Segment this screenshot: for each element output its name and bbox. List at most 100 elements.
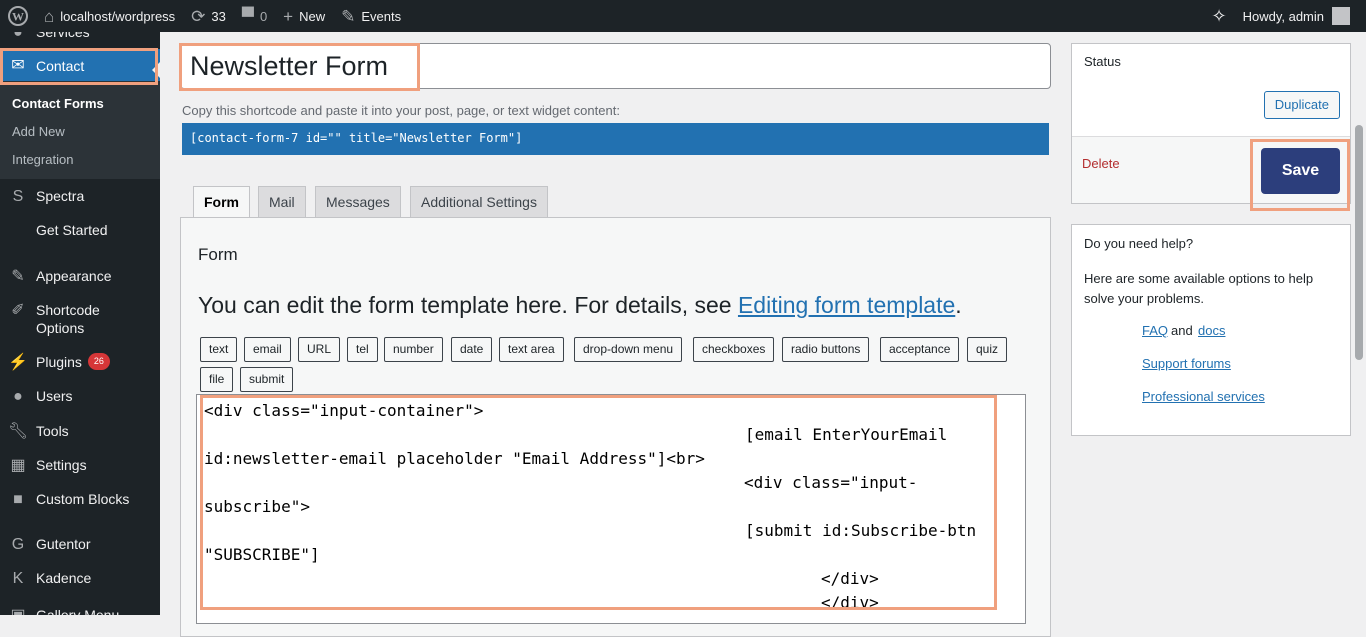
tag-button-url[interactable]: URL bbox=[298, 337, 341, 362]
sidebar-item-plugins[interactable]: ⚡ Plugins 26 bbox=[0, 353, 160, 373]
save-button[interactable]: Save bbox=[1261, 148, 1340, 194]
tab-additional-settings[interactable]: Additional Settings bbox=[410, 186, 548, 218]
code-line: subscribe"> bbox=[204, 497, 310, 516]
delete-link[interactable]: Delete bbox=[1082, 156, 1120, 171]
envelope-icon: ✉ bbox=[11, 57, 25, 74]
comments-link[interactable]: ▀ 0 bbox=[234, 0, 275, 32]
wordpress-logo-icon[interactable]: W bbox=[0, 0, 36, 32]
sidebar-item-label: Spectra bbox=[36, 188, 85, 204]
tag-button-radio-buttons[interactable]: radio buttons bbox=[782, 337, 870, 362]
svg-text:W: W bbox=[12, 10, 24, 24]
help-text: Here are some available options to help … bbox=[1084, 271, 1314, 306]
ai-sparkle-icon[interactable]: ✧ bbox=[1204, 0, 1235, 32]
tag-button-tel[interactable]: tel bbox=[347, 337, 378, 362]
wrench-icon: 🔧︎ bbox=[7, 423, 29, 440]
shortcode-hint: Copy this shortcode and paste it into yo… bbox=[182, 103, 620, 118]
sidebar-item-get-started[interactable]: Get Started bbox=[0, 221, 160, 239]
sidebar-item-gallery-menu[interactable]: ▣ Gallery Menu bbox=[0, 606, 160, 615]
submenu-integration[interactable]: Integration bbox=[12, 152, 73, 167]
tag-button-email[interactable]: email bbox=[244, 337, 291, 362]
sidebar-item-label: Get Started bbox=[36, 222, 108, 238]
refresh-icon: ⟳ bbox=[191, 6, 206, 26]
tag-button-date[interactable]: date bbox=[451, 337, 493, 362]
sidebar-item-kadence[interactable]: K Kadence bbox=[0, 569, 160, 589]
sidebar-item-gutentor[interactable]: G Gutentor bbox=[0, 535, 160, 555]
contact-submenu: Contact Forms Add New Integration bbox=[0, 81, 160, 179]
tag-button-file[interactable]: file bbox=[200, 367, 234, 392]
sidebar-item-spectra[interactable]: S Spectra bbox=[0, 187, 160, 207]
events-link[interactable]: ✎ Events bbox=[333, 0, 409, 32]
account-menu[interactable]: Howdy, admin bbox=[1235, 0, 1366, 32]
faq-link[interactable]: FAQ bbox=[1142, 323, 1168, 338]
tag-button-number[interactable]: number bbox=[384, 337, 443, 362]
tag-button-checkboxes[interactable]: checkboxes bbox=[693, 337, 775, 362]
tag-button-drop-down-menu[interactable]: drop-down menu bbox=[574, 337, 683, 362]
status-actions: Delete Save bbox=[1072, 136, 1350, 203]
brush-icon: ✐ bbox=[11, 302, 25, 319]
tab-form[interactable]: Form bbox=[193, 186, 250, 219]
tag-button-submit[interactable]: submit bbox=[240, 367, 294, 392]
sidebar-item-contact[interactable]: ✉ Contact bbox=[0, 49, 160, 83]
sidebar-item-custom-blocks[interactable]: ■ Custom Blocks bbox=[0, 490, 160, 510]
code-line: "SUBSCRIBE"] bbox=[204, 545, 320, 564]
tag-button-quiz[interactable]: quiz bbox=[967, 337, 1008, 362]
tab-messages[interactable]: Messages bbox=[315, 186, 401, 218]
scrollbar-thumb[interactable] bbox=[1355, 125, 1363, 360]
tag-button-acceptance[interactable]: acceptance bbox=[880, 337, 960, 362]
panel-description-text: You can edit the form template here. For… bbox=[198, 292, 738, 318]
docs-link[interactable]: docs bbox=[1198, 323, 1225, 338]
help-box: Do you need help? Here are some availabl… bbox=[1071, 224, 1351, 436]
tab-mail[interactable]: Mail bbox=[258, 186, 306, 218]
settings-icon: ▦ bbox=[10, 457, 26, 474]
blocks-icon: ■ bbox=[13, 491, 23, 508]
updates-link[interactable]: ⟳ 33 bbox=[183, 0, 234, 32]
gutentor-icon: G bbox=[11, 536, 25, 553]
code-line: [submit id:Subscribe-btn bbox=[745, 521, 977, 540]
submenu-contact-forms[interactable]: Contact Forms bbox=[12, 96, 104, 111]
sidebar-item-label: Gutentor bbox=[36, 536, 91, 552]
sidebar-item-appearance[interactable]: ✎ Appearance bbox=[0, 267, 160, 287]
new-content-link[interactable]: + New bbox=[275, 0, 333, 32]
professional-services-link[interactable]: Professional services bbox=[1142, 389, 1265, 404]
sidebar-item-services[interactable]: ● Services bbox=[0, 32, 160, 43]
sidebar-item-label: Contact bbox=[36, 58, 85, 74]
help-and-text: and bbox=[1171, 323, 1193, 338]
submenu-add-new[interactable]: Add New bbox=[12, 124, 65, 139]
sidebar-item-label: Appearance bbox=[36, 268, 112, 284]
code-line: <div class="input- bbox=[744, 473, 918, 492]
status-heading: Status bbox=[1084, 54, 1121, 69]
spectra-icon: S bbox=[12, 188, 24, 205]
sidebar-item-label: Plugins bbox=[36, 354, 82, 370]
user-icon: ● bbox=[13, 388, 23, 405]
events-label: Events bbox=[361, 8, 402, 24]
avatar bbox=[1332, 7, 1350, 25]
gallery-icon: ▣ bbox=[0, 606, 36, 615]
plugin-icon: ⚡ bbox=[8, 354, 28, 371]
support-forums-link[interactable]: Support forums bbox=[1142, 356, 1231, 371]
panel-description: You can edit the form template here. For… bbox=[198, 292, 962, 319]
sidebar-item-users[interactable]: ● Users bbox=[0, 387, 160, 407]
home-icon: ⌂ bbox=[44, 6, 55, 26]
site-name-link[interactable]: ⌂ localhost/wordpress bbox=[36, 0, 183, 32]
sidebar-item-label: Tools bbox=[36, 423, 69, 439]
duplicate-button[interactable]: Duplicate bbox=[1263, 91, 1340, 119]
sidebar-item-settings[interactable]: ▦ Settings bbox=[0, 456, 160, 476]
tag-button-text-area[interactable]: text area bbox=[499, 337, 564, 362]
plus-icon: + bbox=[283, 6, 294, 26]
panel-description-period: . bbox=[955, 292, 962, 318]
help-heading: Do you need help? bbox=[1084, 236, 1194, 251]
sidebar-item-shortcode-options[interactable]: ✐ Shortcode Options bbox=[0, 301, 160, 337]
howdy-label: Howdy, admin bbox=[1242, 8, 1324, 24]
sidebar-item-label: Gallery Menu bbox=[36, 607, 120, 615]
editing-form-template-link[interactable]: Editing form template bbox=[738, 292, 955, 318]
shortcode-field[interactable]: [contact-form-7 id="" title="Newsletter … bbox=[182, 123, 1049, 155]
comments-count: 0 bbox=[259, 8, 268, 24]
site-name-label: localhost/wordpress bbox=[60, 8, 176, 24]
tag-button-text[interactable]: text bbox=[200, 337, 238, 362]
new-label: New bbox=[299, 8, 326, 24]
code-line: <div class="input-container"> bbox=[204, 401, 484, 420]
form-title-input[interactable] bbox=[180, 43, 1051, 89]
admin-bar: W ⌂ localhost/wordpress ⟳ 33 ▀ 0 + New ✎… bbox=[0, 0, 1366, 32]
sidebar-item-tools[interactable]: 🔧︎ Tools bbox=[0, 422, 160, 442]
form-template-editor[interactable]: <div class="input-container"> [email Ent… bbox=[196, 394, 1026, 624]
